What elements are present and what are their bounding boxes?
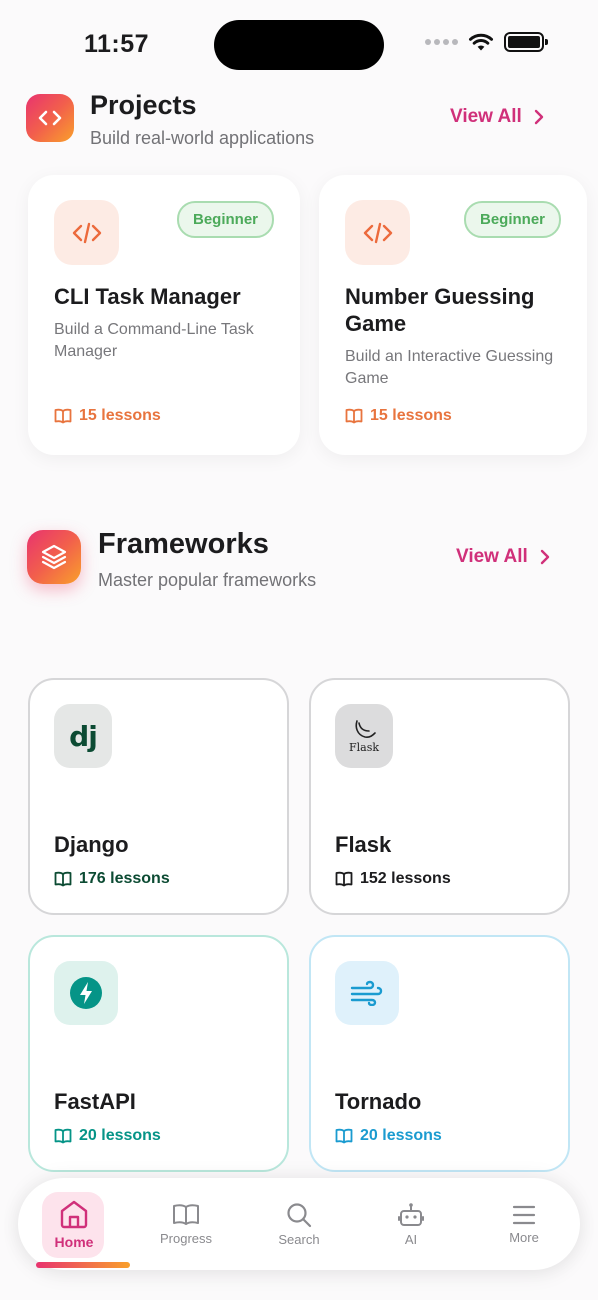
frameworks-title: Frameworks xyxy=(98,528,269,560)
lessons-count: 15 lessons xyxy=(370,407,452,424)
project-lessons: 15 lessons xyxy=(345,407,452,425)
project-title: Number Guessing Game xyxy=(345,284,535,336)
framework-name: Django xyxy=(54,832,129,857)
search-icon xyxy=(287,1202,312,1227)
flask-logo-icon: Flask xyxy=(335,704,393,768)
project-title: CLI Task Manager xyxy=(54,284,241,309)
framework-name: Tornado xyxy=(335,1089,422,1114)
code-icon xyxy=(54,200,119,265)
dynamic-island xyxy=(214,20,384,70)
framework-name: Flask xyxy=(335,832,392,857)
framework-card-django[interactable]: dj Django 176 lessons xyxy=(28,678,289,915)
status-bar: 11:57 xyxy=(0,0,598,88)
tab-progress[interactable]: Progress xyxy=(130,1178,242,1270)
project-description: Build an Interactive Guessing Game xyxy=(345,348,554,387)
framework-lessons: 176 lessons xyxy=(54,870,170,888)
projects-view-all-link[interactable]: View All xyxy=(450,106,544,128)
framework-name: FastAPI xyxy=(54,1089,136,1114)
signal-dots-icon xyxy=(425,39,458,45)
tab-label: Search xyxy=(278,1231,320,1247)
project-card-cli-task-manager[interactable]: Beginner CLI Task Manager Build a Comman… xyxy=(28,175,300,455)
book-icon xyxy=(54,871,72,887)
difficulty-badge: Beginner xyxy=(463,201,561,238)
chevron-right-icon xyxy=(540,549,550,565)
project-lessons: 15 lessons xyxy=(54,407,161,425)
book-icon xyxy=(335,1128,353,1144)
home-icon xyxy=(60,1200,88,1229)
status-indicators xyxy=(425,32,548,52)
tab-ai[interactable]: AI xyxy=(355,1178,467,1270)
view-all-label: View All xyxy=(456,546,528,567)
lessons-count: 20 lessons xyxy=(360,1127,442,1144)
django-logo-icon: dj xyxy=(54,704,112,768)
layers-section-icon xyxy=(27,530,81,584)
tab-label: Progress xyxy=(159,1230,213,1246)
lessons-count: 15 lessons xyxy=(79,407,161,424)
book-icon xyxy=(54,408,72,424)
fastapi-bolt-icon xyxy=(54,961,118,1025)
lessons-count: 152 lessons xyxy=(360,870,451,887)
tab-search[interactable]: Search xyxy=(243,1178,355,1270)
projects-subtitle: Build real-world applications xyxy=(90,128,315,148)
bottom-tab-bar: Home Progress Search AI More xyxy=(18,1178,580,1270)
frameworks-view-all-link[interactable]: View All xyxy=(456,546,550,568)
framework-card-fastapi[interactable]: FastAPI 20 lessons xyxy=(28,935,289,1172)
wind-icon xyxy=(335,961,399,1025)
menu-icon xyxy=(512,1205,536,1224)
lessons-count: 20 lessons xyxy=(79,1127,161,1144)
tab-home[interactable]: Home xyxy=(18,1178,130,1270)
project-card-number-guessing-game[interactable]: Beginner Number Guessing Game Build an I… xyxy=(319,175,587,455)
framework-lessons: 20 lessons xyxy=(335,1127,442,1145)
project-description: Build a Command-Line Task Manager xyxy=(54,321,254,360)
book-icon xyxy=(173,1203,199,1225)
book-icon xyxy=(345,408,363,424)
book-icon xyxy=(54,1128,72,1144)
code-section-icon xyxy=(26,94,74,142)
lessons-count: 176 lessons xyxy=(79,870,170,887)
status-time: 11:57 xyxy=(84,30,150,58)
view-all-label: View All xyxy=(450,106,522,127)
framework-card-flask[interactable]: Flask Flask 152 lessons xyxy=(309,678,570,915)
framework-lessons: 152 lessons xyxy=(335,870,451,888)
tab-label: More xyxy=(509,1229,539,1245)
framework-lessons: 20 lessons xyxy=(54,1127,161,1145)
robot-icon xyxy=(398,1202,424,1226)
projects-title: Projects xyxy=(90,90,197,120)
difficulty-badge: Beginner xyxy=(176,201,274,238)
tab-more[interactable]: More xyxy=(468,1178,580,1270)
active-tab-indicator xyxy=(36,1262,130,1268)
tab-label: Home xyxy=(54,1234,94,1250)
chevron-right-icon xyxy=(534,109,544,125)
tab-label: AI xyxy=(404,1231,418,1247)
book-icon xyxy=(335,871,353,887)
code-icon xyxy=(345,200,410,265)
frameworks-subtitle: Master popular frameworks xyxy=(98,570,317,590)
battery-icon xyxy=(504,32,548,52)
wifi-icon xyxy=(469,33,493,51)
framework-card-tornado[interactable]: Tornado 20 lessons xyxy=(309,935,570,1172)
